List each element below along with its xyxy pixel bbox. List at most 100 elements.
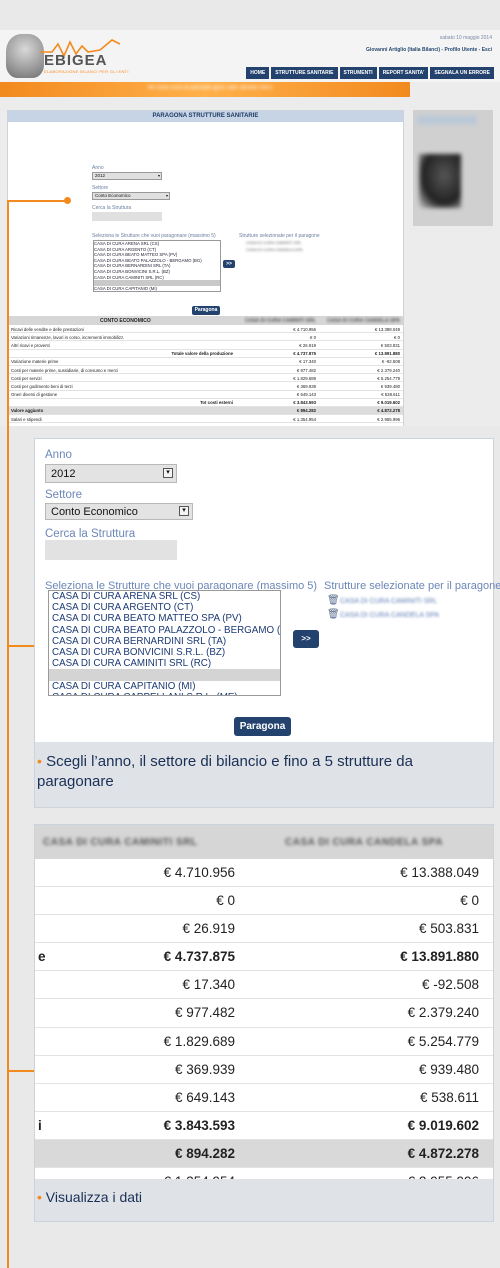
value-b: € 9.019.602 <box>407 1117 479 1133</box>
value-a: € 3.843.593 <box>163 1117 235 1133</box>
value-b: € 4.872.278 <box>407 1145 479 1161</box>
list-item[interactable]: CASA DI CURA CAMINITI SRL (RC) <box>49 658 280 669</box>
value-b: € 538.611 <box>381 392 400 398</box>
settore-select[interactable]: Conto Economico ▾ <box>92 192 170 200</box>
table-header: CONTO ECONOMICO CASA DI CURA CAMINITI SR… <box>8 316 403 325</box>
value-a: € 977.482 <box>296 367 316 373</box>
cerca-input[interactable] <box>92 212 162 221</box>
list-item[interactable]: CASA DI CURA BEATO MATTEO SPA (PV) <box>49 613 280 624</box>
chevron-down-icon: ▾ <box>179 506 189 516</box>
caption-filters: • Scegli l’anno, il settore di bilancio … <box>37 753 413 790</box>
structure-list[interactable]: CASA DI CURA ARENA SRL (CS) CASA DI CURA … <box>93 240 221 292</box>
selected-item-2[interactable]: CASA DI CURA CANDELA SPA <box>246 247 303 252</box>
table-row: € 0 € 0 <box>35 887 493 916</box>
anno-select[interactable]: 2012 ▾ <box>45 464 177 483</box>
table-row: Variazioni rimanenze, lavori in corso, i… <box>8 333 403 342</box>
logo-text[interactable]: EBIGEA <box>44 52 108 69</box>
logo-subtitle: ELABORAZIONE BILANCI PER GLI ENTI <box>44 69 129 74</box>
value-a: € 4.710.956 <box>163 865 235 880</box>
add-button[interactable]: >> <box>223 260 235 268</box>
table-row: € 17.340 € -92.508 <box>35 971 493 1000</box>
logo-bust-icon <box>6 34 44 78</box>
value-b: € 13.891.880 <box>374 351 400 357</box>
connector-line <box>7 200 67 202</box>
table-row: Costi per servizi € 1.829.689 € 5.254.779 <box>8 374 403 383</box>
selected-item-1[interactable]: CASA DI CURA CAMINITI SRL <box>340 598 437 605</box>
app-screenshot: EBIGEA ELABORAZIONE BILANCI PER GLI ENTI… <box>0 30 500 426</box>
paragona-button[interactable]: Paragona <box>192 306 220 315</box>
value-a: € 1.829.689 <box>293 375 316 381</box>
value-a: € 977.482 <box>174 1005 235 1021</box>
list-item[interactable]: CASA DI CURA BERNARDINI SRL (TA) <box>49 636 280 647</box>
remove-icon[interactable]: 🗑 <box>327 595 340 606</box>
list-item[interactable]: CASA DI CURA ARGENTO (CT) <box>49 602 280 613</box>
table-row: Valore aggiunto € 894.282 € 4.872.278 <box>8 406 403 416</box>
value-b: € 0 <box>460 893 479 909</box>
data-zoom: CASA DI CURA CAMINITI SRL CASA DI CURA C… <box>35 825 493 1179</box>
connector-line <box>7 1070 37 1072</box>
value-b: € 5.254.779 <box>377 375 400 381</box>
anno-select[interactable]: 2012 ▾ <box>92 172 162 180</box>
selected-label: Strutture selezionate per il paragone <box>239 233 320 239</box>
column-header-a: CASA DI CURA CAMINITI SRL <box>43 837 198 848</box>
value-b: € 0 <box>394 334 400 340</box>
nav-item-0[interactable]: HOME <box>246 67 270 79</box>
nav-item-1[interactable]: STRUTTURE SANITARIE <box>271 67 338 79</box>
value-b: € 939.480 <box>380 383 400 389</box>
row-label: Salari e stipendi <box>11 416 42 422</box>
list-item[interactable]: CASA DI CURA CAPPELLANI S.R.L. (ME) <box>94 291 220 292</box>
table-row: Costi per godimento beni di terzi € 369.9… <box>8 382 403 391</box>
table-row: € 977.482 € 2.379.240 <box>35 999 493 1028</box>
value-b: € 13.388.049 <box>400 865 479 880</box>
table-row: e € 4.737.875 € 13.891.880 <box>35 943 493 972</box>
value-b: € -92.508 <box>421 977 479 993</box>
list-item[interactable]: CASA DI CURA CAPITANIO (MI) <box>49 681 280 692</box>
list-item[interactable]: CASA DI CURA CANDELA SPA <box>49 669 280 681</box>
selected-item-1[interactable]: CASA DI CURA CAMINITI SRL <box>246 240 302 245</box>
table-row: Costi per materie prime, sussidiarie, di… <box>8 366 403 375</box>
value-a: € 4.737.875 <box>293 351 316 357</box>
value-a: € 0 <box>310 334 316 340</box>
value-a: € 1.354.954 <box>293 416 316 422</box>
filters-zoom: Anno 2012 ▾ Settore Conto Economico ▾ Cerc… <box>35 439 500 742</box>
main-nav: HOME STRUTTURE SANITARIE STRUMENTI REPORT S… <box>246 67 494 79</box>
row-label: Totale valore della produzione <box>171 351 233 357</box>
table-row: Salari e stipendi € 1.354.954 € 2.955.996 <box>8 415 403 424</box>
row-label: Tot costi esterni <box>200 400 233 406</box>
settore-label: Settore <box>45 489 83 501</box>
paragona-button[interactable]: Paragona <box>234 717 291 736</box>
row-label: Ricavi delle vendite e delle prestazioni <box>11 326 84 332</box>
selected-item-2[interactable]: CASA DI CURA CANDELA SPA <box>340 612 439 619</box>
remove-icon[interactable]: 🗑 <box>327 609 340 620</box>
value-b: € 13.388.049 <box>374 326 400 332</box>
zoom-table-header: CASA DI CURA CAMINITI SRL CASA DI CURA C… <box>35 825 493 859</box>
value-a: € 4.737.875 <box>163 949 235 965</box>
table-row: € 894.282 € 4.872.278 <box>35 1139 493 1169</box>
nav-item-3[interactable]: REPORT SANITA' <box>378 67 429 79</box>
value-b: € 9.019.602 <box>377 400 400 406</box>
row-label: Altri ricavi e proventi <box>11 342 50 348</box>
list-item[interactable]: CASA DI CURA BONVICINI S.R.L. (BZ) <box>49 647 280 658</box>
compare-panel: PARAGONA STRUTTURE SANITARIE Anno 2012 ▾ … <box>7 110 404 426</box>
caption-data: • Visualizza i dati <box>37 1189 143 1205</box>
user-menu[interactable]: Giovanni Artiglio (Italia Bilanci) - Pro… <box>366 47 492 53</box>
table-row: Ricavi delle vendite e delle prestazioni… <box>8 325 403 334</box>
list-item[interactable]: CASA DI CURA CAPPELLANI S.R.L. (ME) <box>49 692 280 695</box>
value-a: € 17.340 <box>299 359 316 365</box>
value-b: € -92.508 <box>381 359 400 365</box>
nav-item-2[interactable]: STRUMENTI <box>339 67 377 79</box>
structure-list[interactable]: CASA DI CURA ARENA SRL (CS) CASA DI CURA … <box>48 590 281 696</box>
list-item[interactable]: CASA DI CURA ARENA SRL (CS) <box>49 591 280 602</box>
row-label: Variazioni rimanenze, lavori in corso, i… <box>11 334 125 340</box>
value-b: € 2.379.240 <box>407 1005 479 1021</box>
chevron-down-icon: ▾ <box>163 468 173 478</box>
site-header: EBIGEA ELABORAZIONE BILANCI PER GLI ENTI… <box>0 30 500 82</box>
column-header-b: CASA DI CURA CANDELA SPA <box>285 837 443 848</box>
add-button[interactable]: >> <box>293 630 319 648</box>
list-item[interactable]: CASA DI CURA BEATO PALAZZOLO - BERGAMO (… <box>49 625 280 636</box>
settore-select[interactable]: Conto Economico ▾ <box>45 503 193 520</box>
side-image <box>413 110 493 226</box>
cerca-input[interactable] <box>45 540 177 560</box>
nav-item-4[interactable]: SEGNALA UN ERRORE <box>430 67 494 79</box>
row-label: Oneri diversi di gestione <box>11 392 58 398</box>
